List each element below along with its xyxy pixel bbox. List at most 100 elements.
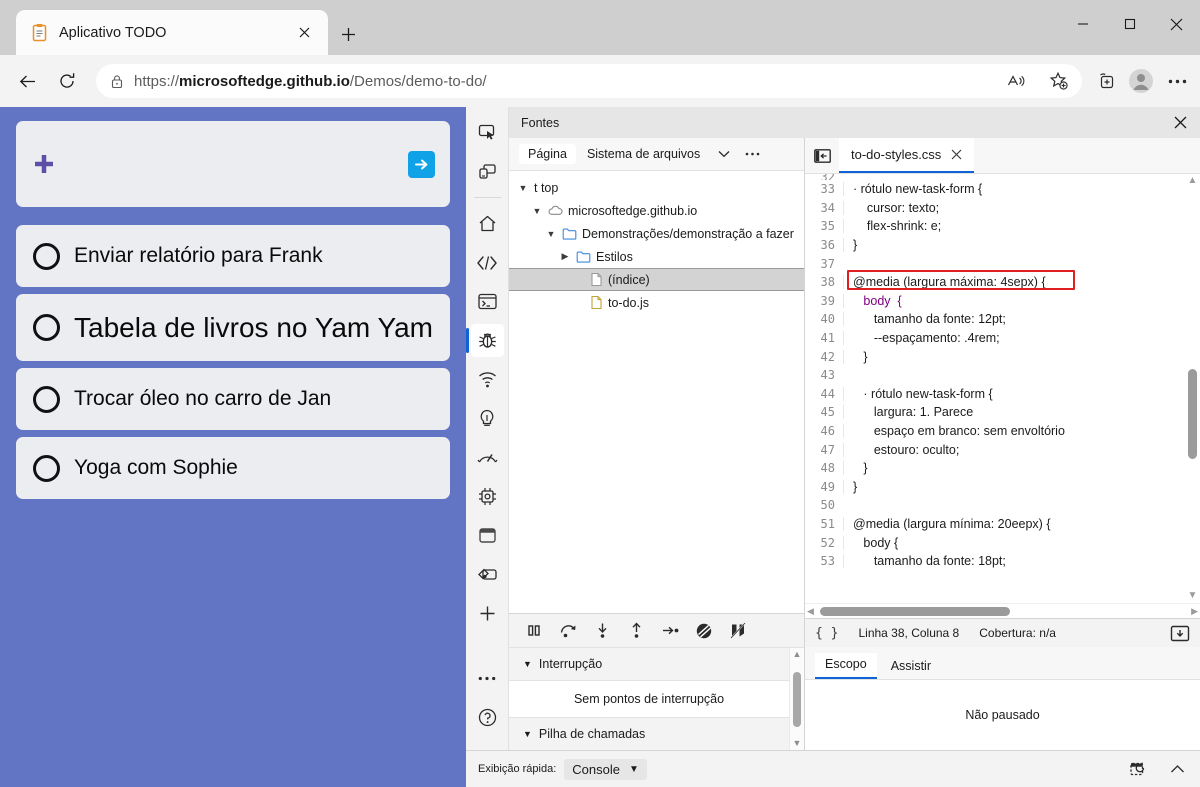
checkbox-circle-icon[interactable] xyxy=(33,454,60,482)
submit-task-button[interactable] xyxy=(408,150,435,178)
tab-pagina[interactable]: Página xyxy=(519,144,576,164)
elements-code-icon[interactable] xyxy=(471,246,504,279)
editor-column: to-do-styles.css 32 33 · rótulo new-task-… xyxy=(805,138,1200,750)
editor-tab-to-do-styles-css[interactable]: to-do-styles.css xyxy=(839,138,975,173)
back-arrow-icon[interactable] xyxy=(10,64,44,98)
caret-expanded-icon[interactable]: ▼ xyxy=(523,729,532,739)
scroll-right-arrow-icon[interactable]: ▶ xyxy=(1191,606,1198,617)
performance-icon[interactable] xyxy=(471,441,504,474)
step-into-icon[interactable] xyxy=(587,618,617,644)
device-emulation-icon[interactable] xyxy=(471,154,504,187)
memory-chip-icon[interactable] xyxy=(471,480,504,513)
scroll-up-arrow-icon[interactable]: ▲ xyxy=(1188,176,1198,186)
new-tab-button[interactable] xyxy=(333,19,363,49)
browser-tab[interactable]: Aplicativo TODO xyxy=(16,10,328,55)
code-editor[interactable]: 32 33 · rótulo new-task-form { 34 cursor:… xyxy=(805,174,1200,618)
sources-debugger-icon[interactable] xyxy=(465,324,504,357)
caret-expanded-icon[interactable]: ▼ xyxy=(523,659,532,669)
pause-resume-icon[interactable] xyxy=(519,618,549,644)
chevron-down-icon[interactable]: ▼ xyxy=(629,764,639,775)
no-breakpoints-text: Sem pontos de interrupção xyxy=(509,681,789,718)
tab-escopo[interactable]: Escopo xyxy=(815,653,877,679)
step-over-icon[interactable] xyxy=(553,618,583,644)
maximize-button[interactable] xyxy=(1106,0,1153,48)
address-bar[interactable]: https://microsoftedge.github.io/Demos/de… xyxy=(96,64,1082,98)
code-vertical-scrollbar[interactable]: ▲ ▼ xyxy=(1185,174,1200,603)
line-number: 50 xyxy=(820,498,835,513)
debugger-scrollbar[interactable]: ▲ ▼ xyxy=(789,648,804,750)
code-horizontal-scrollbar[interactable]: ◀ ▶ xyxy=(805,603,1200,618)
devtools-close-icon[interactable] xyxy=(1160,107,1200,138)
todo-app-viewport: Enviar relatório para Frank Tabela de li… xyxy=(0,107,466,787)
line-number: 34 xyxy=(820,200,835,215)
browser-settings-ellipsis-icon[interactable] xyxy=(1160,64,1194,98)
list-item[interactable]: Trocar óleo no carro de Jan xyxy=(16,368,450,430)
more-options-ellipsis-icon[interactable] xyxy=(471,662,504,695)
scroll-down-arrow-icon[interactable]: ▼ xyxy=(793,739,802,748)
scroll-down-arrow-icon[interactable]: ▼ xyxy=(1188,591,1198,601)
tab-assistir[interactable]: Assistir xyxy=(881,655,941,679)
more-tools-plus-icon[interactable] xyxy=(471,597,504,630)
quick-view-select[interactable]: Console ▼ xyxy=(564,758,647,780)
window-close-button[interactable] xyxy=(1153,0,1200,48)
section-pilha-de-chamadas[interactable]: ▼ Pilha de chamadas xyxy=(509,718,789,751)
line-number: 35 xyxy=(820,219,835,234)
tree-node[interactable]: ▼ Demonstrações/demonstração a fazer xyxy=(509,222,804,245)
scrollbar-thumb[interactable] xyxy=(1188,368,1197,459)
step-icon[interactable] xyxy=(655,618,685,644)
tree-node[interactable]: ▼ microsoftedge.github.io xyxy=(509,199,804,222)
checkbox-circle-icon[interactable] xyxy=(33,242,60,270)
tree-node[interactable]: ▶ Estilos xyxy=(509,245,804,268)
chevron-down-icon[interactable] xyxy=(711,142,737,166)
read-aloud-icon[interactable] xyxy=(998,64,1032,98)
help-question-icon[interactable] xyxy=(471,701,504,734)
checkbox-circle-icon[interactable] xyxy=(33,314,60,341)
new-task-form[interactable] xyxy=(16,121,450,207)
reload-icon[interactable] xyxy=(50,64,84,98)
scrollbar-thumb[interactable] xyxy=(793,671,801,727)
line-text: estouro: oculto; xyxy=(843,442,1185,457)
scrollbar-thumb[interactable] xyxy=(819,606,1010,616)
list-item[interactable]: Tabela de livros no Yam Yam xyxy=(16,294,450,361)
list-item[interactable]: Enviar relatório para Frank xyxy=(16,225,450,287)
close-icon[interactable] xyxy=(951,149,962,160)
minimize-button[interactable] xyxy=(1059,0,1106,48)
issues-lightbulb-icon[interactable] xyxy=(471,402,504,435)
add-favorite-icon[interactable] xyxy=(1042,64,1076,98)
section-interrupcao[interactable]: ▼ Interrupção xyxy=(509,648,789,681)
pause-on-exceptions-icon[interactable] xyxy=(723,618,753,644)
restore-drawer-icon[interactable] xyxy=(1124,756,1154,782)
caret-expanded-icon[interactable]: ▼ xyxy=(531,206,543,216)
caret-expanded-icon[interactable]: ▼ xyxy=(517,183,529,193)
navigator-more-options-ellipsis-icon[interactable] xyxy=(739,142,765,166)
caret-collapsed-icon[interactable]: ▶ xyxy=(559,251,571,262)
line-number: 48 xyxy=(820,461,835,476)
network-icon[interactable] xyxy=(471,363,504,396)
close-icon[interactable] xyxy=(291,19,318,46)
code-line: 33 · rótulo new-task-form { xyxy=(805,180,1185,199)
line-text: } xyxy=(843,349,1185,364)
deactivate-breakpoints-icon[interactable] xyxy=(689,618,719,644)
inspect-element-icon[interactable] xyxy=(471,115,504,148)
scroll-left-arrow-icon[interactable]: ◀ xyxy=(807,606,814,617)
pretty-print-icon[interactable] xyxy=(1170,625,1190,642)
chevron-up-icon[interactable] xyxy=(1162,756,1192,782)
step-out-icon[interactable] xyxy=(621,618,651,644)
caret-expanded-icon[interactable]: ▼ xyxy=(545,229,557,239)
collections-icon[interactable] xyxy=(1088,64,1122,98)
profile-avatar-icon[interactable] xyxy=(1124,64,1158,98)
pretty-print-braces-icon[interactable]: { } xyxy=(815,626,838,641)
welcome-home-icon[interactable] xyxy=(471,207,504,240)
inspect-styles-icon[interactable] xyxy=(471,558,504,591)
tree-node[interactable]: · to-do.js xyxy=(509,291,804,314)
list-item[interactable]: Yoga com Sophie xyxy=(16,437,450,499)
application-storage-icon[interactable] xyxy=(471,519,504,552)
tree-node-selected[interactable]: · (índice) xyxy=(509,268,804,291)
checkbox-circle-icon[interactable] xyxy=(33,385,60,413)
show-navigator-icon[interactable] xyxy=(805,138,839,173)
divider xyxy=(473,197,501,198)
tab-sistema-de-arquivos[interactable]: Sistema de arquivos xyxy=(578,144,709,164)
tree-node[interactable]: ▼ t top xyxy=(509,176,804,199)
console-terminal-icon[interactable] xyxy=(471,285,504,318)
scroll-up-arrow-icon[interactable]: ▲ xyxy=(793,650,802,659)
